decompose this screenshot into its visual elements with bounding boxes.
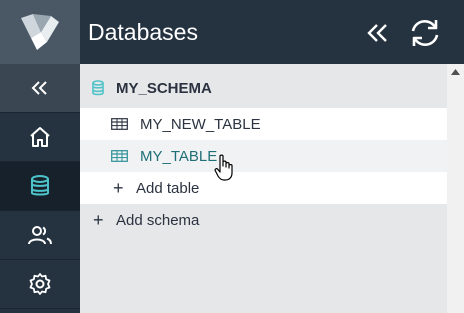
home-icon [30,127,50,147]
nav-settings[interactable] [0,260,80,308]
icon-rail [0,0,80,313]
refresh-button[interactable] [408,16,442,55]
nav-home[interactable] [0,113,80,161]
add-table-label: Add table [136,180,200,197]
logo-icon [21,14,59,50]
users-icon [28,226,52,245]
table-icon [111,150,128,162]
collapse-panel-button[interactable] [364,16,392,53]
database-tree: MY_SCHEMA MY_NEW_TABLE MY_TABLE + Add ta… [80,64,447,313]
table-row[interactable]: MY_NEW_TABLE [80,108,447,140]
schema-label: MY_SCHEMA [116,80,212,97]
nav-users[interactable] [0,211,80,259]
add-schema-label: Add schema [116,212,200,229]
chevrons-left-icon [367,24,387,42]
database-icon [31,175,49,196]
plus-icon: + [113,178,124,198]
table-label: MY_TABLE [140,148,218,165]
hand-cursor-icon [214,154,233,181]
app-logo[interactable] [0,0,80,64]
schema-row[interactable]: MY_SCHEMA [80,72,447,104]
table-row[interactable]: MY_TABLE [80,140,447,172]
table-icon [111,118,128,130]
database-icon [92,80,104,96]
plus-icon: + [93,210,104,230]
vertical-scrollbar[interactable] [447,64,464,313]
nav-databases[interactable] [0,162,80,210]
gear-icon [29,273,51,295]
table-label: MY_NEW_TABLE [140,116,261,133]
scroll-up-arrow-icon[interactable] [451,69,460,75]
add-schema-button[interactable]: + Add schema [80,204,447,236]
add-table-button[interactable]: + Add table [80,172,447,204]
chevrons-left-icon [31,81,47,95]
refresh-icon [411,20,439,46]
page-title: Databases [88,19,198,45]
panel-header: Databases [80,0,464,64]
collapse-rail-button[interactable] [0,64,80,112]
